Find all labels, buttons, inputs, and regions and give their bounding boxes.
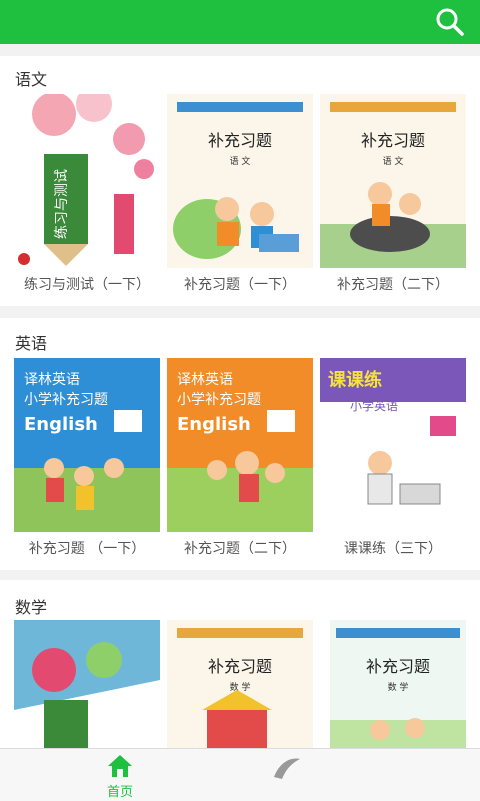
section-math: 数学 补充习题 数 学 补充习题 数 学 xyxy=(0,580,480,748)
svg-text:补充习题: 补充习题 xyxy=(361,131,425,150)
home-icon xyxy=(108,755,132,777)
book-caption: 补充习题（一下） xyxy=(184,277,296,293)
book-caption: 练习与测试（一下） xyxy=(24,277,150,293)
book-cover: 补充习题 语 文 xyxy=(320,94,466,268)
svg-text:小学英语: 小学英语 xyxy=(350,398,398,413)
book-cover: 补充习题 数 学 xyxy=(330,620,476,748)
book-cover: 补充习题 语 文 xyxy=(167,94,313,268)
book-cover: 译林英语 小学补充习题 English xyxy=(167,358,313,532)
section-title: 语文 xyxy=(15,70,48,89)
book-caption: 补充习题（二下） xyxy=(337,277,449,293)
brush-icon xyxy=(274,758,300,779)
content-scroll[interactable]: 语文 练习与测试 练习与测试（一下） 补充习题 语 文 补充习题（一下） 补充习… xyxy=(0,44,480,748)
book-cover: 练习与测试 xyxy=(14,94,160,268)
section-title: 数学 xyxy=(15,598,48,617)
svg-text:练习与测试: 练习与测试 xyxy=(54,169,70,239)
svg-text:English: English xyxy=(24,414,98,435)
svg-text:译林英语: 译林英语 xyxy=(24,371,80,388)
svg-text:补充习题: 补充习题 xyxy=(208,657,272,676)
section-english: 英语 译林英语 小学补充习题 English 补充习题 （一下） 译林英语 小学… xyxy=(0,318,480,570)
svg-text:补充习题: 补充习题 xyxy=(208,131,272,150)
svg-text:小学补充习题: 小学补充习题 xyxy=(24,392,108,408)
book-cover xyxy=(14,620,160,748)
bottom-tab-bar: 首页 xyxy=(0,748,480,801)
tab-home-label: 首页 xyxy=(106,785,133,800)
book-caption: 补充习题（二下） xyxy=(184,541,296,557)
svg-text:译林英语: 译林英语 xyxy=(177,371,233,388)
search-button[interactable] xyxy=(434,6,466,38)
book-cover: 课课练 小学英语 xyxy=(320,358,466,532)
tab-home[interactable]: 首页 xyxy=(90,749,150,801)
svg-text:课课练: 课课练 xyxy=(328,369,382,391)
svg-text:English: English xyxy=(177,414,251,435)
svg-text:小学补充习题: 小学补充习题 xyxy=(177,392,261,408)
section-title: 英语 xyxy=(15,334,48,353)
svg-text:数 学: 数 学 xyxy=(230,681,251,693)
book-caption: 课课练（三下） xyxy=(344,541,442,557)
book-cover: 补充习题 数 学 xyxy=(167,620,313,748)
book-cover: 译林英语 小学补充习题 English xyxy=(14,358,160,532)
book-caption: 补充习题 （一下） xyxy=(28,541,146,557)
svg-text:语 文: 语 文 xyxy=(230,155,251,167)
search-icon xyxy=(436,8,464,36)
svg-text:数 学: 数 学 xyxy=(388,681,409,693)
tab-second[interactable] xyxy=(270,753,310,797)
svg-text:补充习题: 补充习题 xyxy=(366,657,430,676)
top-app-bar xyxy=(0,0,480,44)
section-chinese: 语文 练习与测试 练习与测试（一下） 补充习题 语 文 补充习题（一下） 补充习… xyxy=(0,56,480,306)
svg-text:语 文: 语 文 xyxy=(383,155,404,167)
